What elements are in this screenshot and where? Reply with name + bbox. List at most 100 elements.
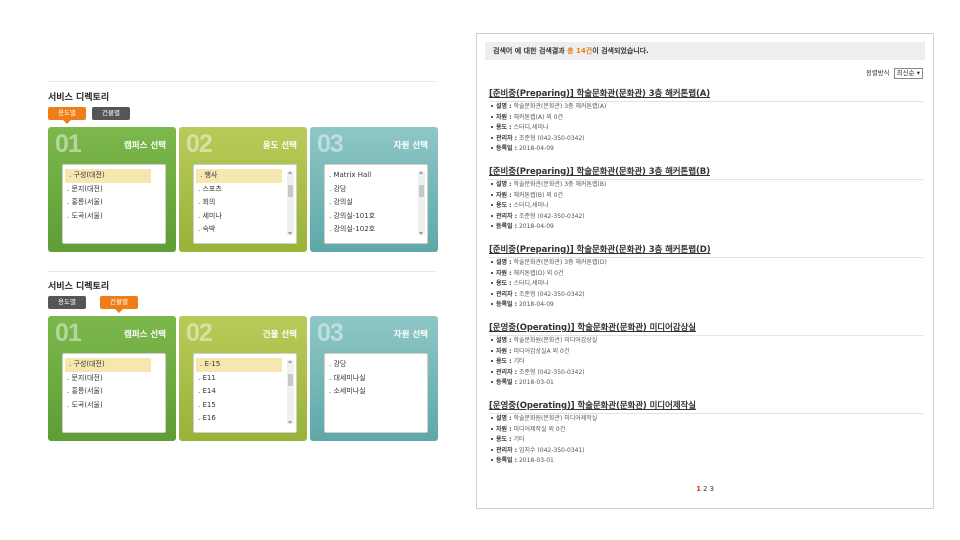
- list-option[interactable]: . 홍릉(서울): [63, 196, 165, 210]
- page-link[interactable]: 1: [696, 485, 701, 493]
- list-option[interactable]: . 강의실: [325, 196, 427, 210]
- step-panel-3: 03 자원 선택 . 강당. 대세미나실. 소세미나실: [310, 316, 438, 441]
- list-option[interactable]: . 소세미나실: [325, 385, 427, 399]
- page-link[interactable]: 3: [709, 485, 713, 493]
- result-title-link[interactable]: [운영중(Operating)] 학술문화관(문화관) 미디어감상실: [489, 321, 923, 333]
- scroll-down-icon[interactable]: [288, 421, 292, 424]
- result-field-date: 등록일 : 2018-04-09: [489, 144, 923, 155]
- result-title-link[interactable]: [준비중(Preparing)] 학술문화관(문화관) 3층 해커톤랩(A): [489, 87, 923, 99]
- step-title: 자원 선택: [393, 330, 428, 340]
- result-title-link[interactable]: [준비중(Preparing)] 학술문화관(문화관) 3층 해커톤랩(D): [489, 243, 923, 255]
- tab-by-building[interactable]: 건물별: [100, 296, 138, 313]
- select-listbox[interactable]: . 구성(대전). 문지(대전). 홍릉(서울). 도곡(서울): [62, 353, 166, 433]
- field-label: 용도 :: [496, 124, 512, 131]
- result-field-date: 등록일 : 2018-04-09: [489, 222, 923, 233]
- bullet-icon: [491, 282, 493, 284]
- result-title-link[interactable]: [준비중(Preparing)] 학술문화관(문화관) 3층 해커톤랩(B): [489, 165, 923, 177]
- list-option[interactable]: . 강당: [325, 183, 427, 197]
- directory2-divider: [48, 271, 436, 272]
- page-link[interactable]: 2: [703, 485, 707, 493]
- list-option[interactable]: . 강당: [325, 358, 427, 372]
- scroll-down-icon[interactable]: [288, 232, 292, 235]
- field-label: 관리자 :: [496, 368, 518, 376]
- field-label: 설명 :: [496, 259, 512, 266]
- list-option[interactable]: . 강의실-101호: [325, 210, 427, 224]
- field-value: 학술문화원(문화관) 미디어감상실: [513, 337, 598, 344]
- list-option[interactable]: . 문지(대전): [63, 183, 165, 197]
- tab-by-usage[interactable]: 용도별: [48, 296, 86, 309]
- step-number: 02: [186, 319, 213, 347]
- scrollbar[interactable]: [418, 171, 425, 235]
- field-value: 해커톤랩(D) 외 0건: [513, 269, 564, 277]
- list-option[interactable]: . Matrix Hall: [325, 169, 427, 183]
- scroll-down-icon[interactable]: [419, 232, 423, 235]
- step-title: 용도 선택: [262, 141, 297, 151]
- list-option[interactable]: . 구성(대전): [65, 358, 151, 372]
- step-title: 건물 선택: [262, 330, 297, 340]
- select-listbox[interactable]: . E-15. E11. E14. E15. E16: [193, 353, 297, 433]
- list-option[interactable]: . 회의: [194, 196, 296, 210]
- list-option[interactable]: . 세미나: [194, 210, 296, 224]
- scroll-thumb[interactable]: [288, 185, 293, 197]
- scrollbar[interactable]: [287, 171, 294, 235]
- step-number: 03: [317, 319, 344, 347]
- result-title-link[interactable]: [운영중(Operating)] 학술문화관(문화관) 미디어제작실: [489, 399, 923, 411]
- list-option[interactable]: . 스포츠: [194, 183, 296, 197]
- select-listbox[interactable]: . 행사. 스포츠. 회의. 세미나. 숙박: [193, 164, 297, 244]
- list-option[interactable]: . 도곡(서울): [63, 399, 165, 413]
- list-option[interactable]: . 구성(대전): [65, 169, 151, 183]
- scroll-up-icon[interactable]: [288, 360, 292, 363]
- result-field-desc: 설명 : 학술문화원(문화관) 미디어제작실: [489, 414, 923, 425]
- field-value: 2018-04-09: [518, 301, 554, 308]
- select-listbox[interactable]: . 구성(대전). 문지(대전). 홍릉(서울). 도곡(서울): [62, 164, 166, 244]
- sort-select[interactable]: 최신순 ▾: [893, 68, 923, 79]
- scroll-thumb[interactable]: [288, 374, 293, 386]
- step-panel-3: 03 자원 선택 . Matrix Hall. 강당. 강의실. 강의실-101호.…: [310, 127, 438, 252]
- bullet-icon: [491, 360, 493, 362]
- field-value: 미디어제작실 외 0건: [513, 425, 566, 433]
- select-listbox[interactable]: . Matrix Hall. 강당. 강의실. 강의실-101호. 강의실-10…: [324, 164, 428, 244]
- directory1-title: 서비스 디렉토리: [48, 93, 110, 103]
- result-item: [운영중(Operating)] 학술문화관(문화관) 미디어제작실설명 : 학…: [489, 399, 923, 467]
- list-option[interactable]: . E11: [194, 372, 296, 386]
- scroll-thumb[interactable]: [419, 185, 424, 197]
- list-option[interactable]: . E-15: [196, 358, 282, 372]
- result-field-resource: 자원 : 해커톤랩(D) 외 0건: [489, 269, 923, 280]
- list-option[interactable]: . 행사: [196, 169, 282, 183]
- scroll-up-icon[interactable]: [419, 171, 423, 174]
- list-option[interactable]: . 강의실-102호: [325, 223, 427, 237]
- tab-by-building[interactable]: 건물별: [92, 107, 130, 120]
- tab-by-usage[interactable]: 용도별: [48, 107, 86, 124]
- list-option[interactable]: . 홍릉(서울): [63, 385, 165, 399]
- bullet-icon: [491, 349, 493, 352]
- result-field-usage: 용도 : 기타: [489, 435, 923, 446]
- sort-label: 정렬방식: [865, 69, 890, 77]
- result-field-desc: 설명 : 학술문화관(문화관) 3층 해커톤랩(D): [489, 258, 923, 269]
- list-option[interactable]: . 대세미나실: [325, 372, 427, 386]
- result-field-desc: 설명 : 학술문화원(문화관) 미디어감상실: [489, 336, 923, 347]
- list-option[interactable]: . 도곡(서울): [63, 210, 165, 224]
- result-field-resource: 자원 : 해커톤랩(B) 외 0건: [489, 191, 923, 202]
- list-option[interactable]: . E14: [194, 385, 296, 399]
- bullet-icon: [491, 370, 493, 373]
- field-value: 스터디,세미나: [513, 202, 549, 209]
- result-field-date: 등록일 : 2018-04-09: [489, 300, 923, 311]
- bullet-icon: [491, 115, 493, 118]
- field-label: 등록일 :: [496, 145, 518, 152]
- bullet-icon: [491, 448, 493, 451]
- sort-control: 정렬방식 최신순 ▾: [866, 67, 923, 79]
- list-option[interactable]: . 숙박: [194, 223, 296, 237]
- field-label: 관리자 :: [496, 134, 518, 142]
- list-option[interactable]: . 문지(대전): [63, 372, 165, 386]
- list-option[interactable]: . E15: [194, 399, 296, 413]
- field-label: 용도 :: [496, 436, 512, 443]
- list-option[interactable]: . E16: [194, 412, 296, 426]
- field-label: 용도 :: [496, 358, 512, 365]
- scrollbar[interactable]: [287, 360, 294, 424]
- select-listbox[interactable]: . 강당. 대세미나실. 소세미나실: [324, 353, 428, 433]
- field-label: 설명 :: [496, 103, 512, 110]
- result-field-manager: 관리자 : 조준형 (042-350-0342): [489, 368, 923, 379]
- field-label: 등록일 :: [496, 457, 518, 464]
- scroll-up-icon[interactable]: [288, 171, 292, 174]
- field-label: 용도 :: [496, 280, 512, 287]
